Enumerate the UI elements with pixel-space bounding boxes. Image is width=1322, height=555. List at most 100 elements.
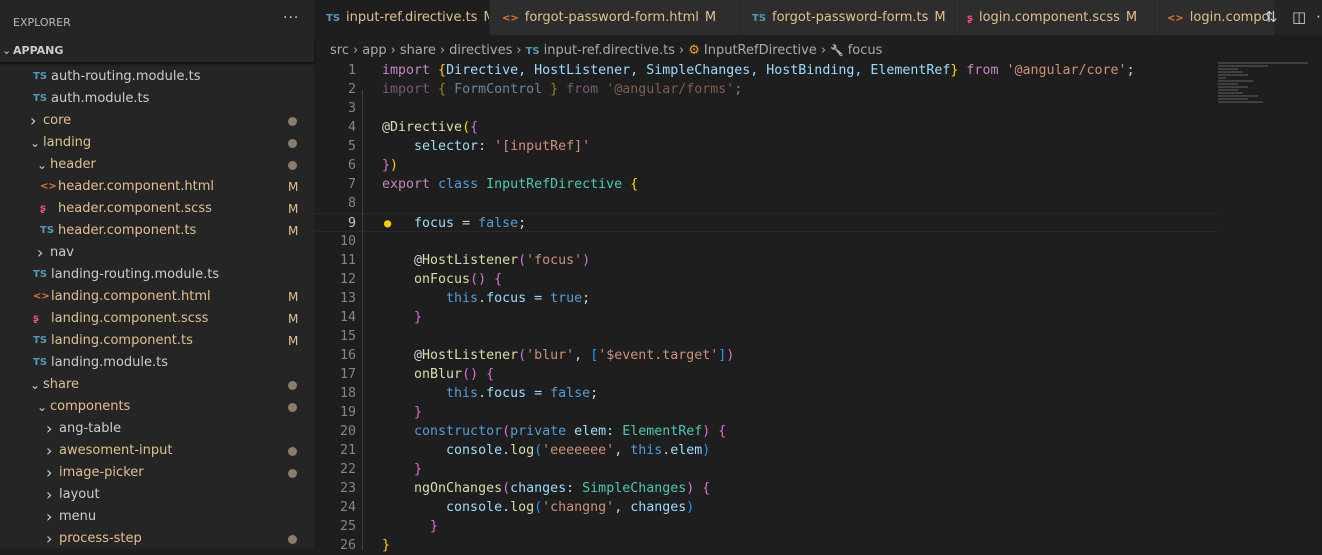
code-line[interactable]: 14 } bbox=[314, 308, 1218, 327]
folder-item[interactable]: › image-picker bbox=[0, 462, 314, 484]
code-line[interactable]: 7 export class InputRefDirective { bbox=[314, 175, 1218, 194]
modified-dot-icon bbox=[288, 535, 297, 544]
folder-item[interactable]: › process-step bbox=[0, 528, 314, 550]
split-editor-icon[interactable]: ◫ bbox=[1292, 8, 1306, 26]
source-control-compare-icon[interactable]: ⇅ bbox=[1265, 8, 1278, 26]
code-line[interactable]: 22 } bbox=[314, 460, 1218, 479]
tab-login-compo[interactable]: <> login.compo bbox=[1155, 0, 1275, 35]
code-line[interactable]: 15 bbox=[314, 327, 1218, 346]
breadcrumb-item[interactable]: share bbox=[400, 43, 436, 58]
file-item[interactable]: TS auth.module.ts bbox=[0, 88, 314, 110]
folder-item[interactable]: › menu bbox=[0, 506, 314, 528]
code-line[interactable]: 17 onBlur() { bbox=[314, 365, 1218, 384]
code-line[interactable]: 9 ● focus = false; bbox=[314, 213, 1218, 232]
code-line[interactable]: 23 ngOnChanges(changes: SimpleChanges) { bbox=[314, 479, 1218, 498]
folder-item[interactable]: ⌄ components bbox=[0, 396, 314, 418]
code-token: ( bbox=[502, 481, 511, 496]
code-line[interactable]: 20 constructor(private elem: ElementRef)… bbox=[314, 422, 1218, 441]
code-text: constructor(private elem: ElementRef) { bbox=[382, 422, 726, 441]
code-line[interactable]: 21 console.log('eeeeeee', this.elem) bbox=[314, 441, 1218, 460]
file-item[interactable]: TS auth-routing.module.ts bbox=[0, 66, 314, 88]
tab-forgot-password-form-html[interactable]: <> forgot-password-form.html M bbox=[490, 0, 740, 35]
workspace-root[interactable]: ⌄ APPANG bbox=[0, 40, 314, 62]
code-line[interactable]: 16 @HostListener('blur', ['$event.target… bbox=[314, 346, 1218, 365]
code-token: } bbox=[382, 538, 391, 553]
line-number: 15 bbox=[339, 329, 356, 344]
chevron-right-icon: › bbox=[352, 43, 359, 58]
breadcrumb-item[interactable]: focus bbox=[848, 43, 883, 58]
breadcrumb-item[interactable]: input-ref.directive.ts bbox=[544, 43, 675, 58]
code-line[interactable]: 2 import { FormControl } from '@angular/f… bbox=[314, 80, 1218, 99]
code-editor[interactable]: 1 import {Directive, HostListener, Simple… bbox=[314, 61, 1218, 555]
breadcrumb-item[interactable]: app bbox=[362, 43, 386, 58]
more-actions-icon[interactable]: · bbox=[1316, 8, 1321, 26]
code-token: from bbox=[558, 82, 607, 97]
line-number: 8 bbox=[347, 196, 356, 211]
breadcrumb-item[interactable]: directives bbox=[449, 43, 512, 58]
code-line[interactable]: 11 @HostListener('focus') bbox=[314, 251, 1218, 270]
folder-item[interactable]: ⌄ share bbox=[0, 374, 314, 396]
modified-badge: M bbox=[934, 10, 946, 25]
file-item[interactable]: ʂ header.component.scss M bbox=[0, 198, 314, 220]
code-text: console.log('eeeeeee', this.elem) bbox=[382, 441, 710, 460]
folder-item[interactable]: › ang-table bbox=[0, 418, 314, 440]
code-line[interactable]: 19 } bbox=[314, 403, 1218, 422]
code-line[interactable]: 18 this.focus = false; bbox=[314, 384, 1218, 403]
chevron-right-icon: › bbox=[46, 507, 53, 526]
file-item[interactable]: <> header.component.html M bbox=[0, 176, 314, 198]
code-line[interactable]: 13 this.focus = true; bbox=[314, 289, 1218, 308]
code-line[interactable]: 25 } bbox=[314, 517, 1218, 536]
folder-item[interactable]: › awesoment-input bbox=[0, 440, 314, 462]
folder-item[interactable]: › core bbox=[0, 110, 314, 132]
ts-file-icon: TS bbox=[40, 225, 55, 236]
file-item[interactable]: TS landing.component.ts M bbox=[0, 330, 314, 352]
code-token: import bbox=[382, 63, 439, 78]
folder-item[interactable]: › layout bbox=[0, 484, 314, 506]
breadcrumb-item[interactable]: src bbox=[330, 43, 349, 58]
file-item[interactable]: ʂ landing.component.scss M bbox=[0, 308, 314, 330]
code-token: import bbox=[382, 82, 439, 97]
item-label: landing.component.html bbox=[51, 289, 211, 304]
code-token: ( bbox=[534, 443, 543, 458]
code-token: Directive, HostListener, SimpleChanges, … bbox=[446, 63, 951, 78]
tab-input-ref-directive-ts[interactable]: TSinput-ref.directive.tsM✕ bbox=[314, 0, 490, 35]
modified-dot-icon bbox=[288, 403, 297, 412]
chevron-down-icon: ⌄ bbox=[2, 44, 12, 57]
folder-item[interactable]: ⌄ header bbox=[0, 154, 314, 176]
ts-file-icon: TS bbox=[33, 269, 48, 280]
file-item[interactable]: TS landing.module.ts bbox=[0, 352, 314, 374]
item-label: header.component.html bbox=[58, 179, 215, 194]
code-token: InputRefDirective bbox=[486, 177, 631, 192]
code-line[interactable]: 5 selector: '[inputRef]' bbox=[314, 137, 1218, 156]
code-line[interactable]: 1 import {Directive, HostListener, Simple… bbox=[314, 61, 1218, 80]
more-actions-button[interactable]: ··· bbox=[283, 10, 299, 26]
chevron-right-icon: › bbox=[46, 463, 53, 482]
code-line[interactable]: 8 bbox=[314, 194, 1218, 213]
code-text: onFocus() { bbox=[382, 270, 502, 289]
tab-forgot-password-form-ts[interactable]: TS forgot-password-form.ts M bbox=[740, 0, 955, 35]
folder-item[interactable]: ⌄ landing bbox=[0, 132, 314, 154]
code-line[interactable]: 10 bbox=[314, 232, 1218, 251]
tab-login-component-scss[interactable]: ʂ login.component.scss M bbox=[955, 0, 1155, 35]
chevron-right-icon: › bbox=[30, 111, 37, 130]
editor-tabs: TSinput-ref.directive.tsM✕<>forgot-passw… bbox=[314, 0, 1322, 35]
file-item[interactable]: TS landing-routing.module.ts bbox=[0, 264, 314, 286]
code-token: from bbox=[958, 63, 1007, 78]
folder-item[interactable]: › nav bbox=[0, 242, 314, 264]
code-line[interactable]: 6}) bbox=[314, 156, 1218, 175]
code-line[interactable]: 3 bbox=[314, 99, 1218, 118]
minimap[interactable] bbox=[1218, 61, 1322, 121]
code-line[interactable]: 4 @Directive({ bbox=[314, 118, 1218, 137]
code-line[interactable]: 26} bbox=[314, 536, 1218, 555]
ts-file-icon: TS bbox=[33, 93, 48, 104]
modified-badge: M bbox=[288, 202, 299, 216]
file-item[interactable]: <> landing.component.html M bbox=[0, 286, 314, 308]
item-label: core bbox=[43, 113, 72, 128]
code-token: SimpleChanges bbox=[582, 481, 687, 496]
file-item[interactable]: TS header.component.ts M bbox=[0, 220, 314, 242]
code-line[interactable]: 24 console.log('changng', changes) bbox=[314, 498, 1218, 517]
breadcrumb-item[interactable]: InputRefDirective bbox=[704, 43, 817, 58]
code-line[interactable]: 12 onFocus() { bbox=[314, 270, 1218, 289]
item-label: header bbox=[50, 157, 96, 172]
